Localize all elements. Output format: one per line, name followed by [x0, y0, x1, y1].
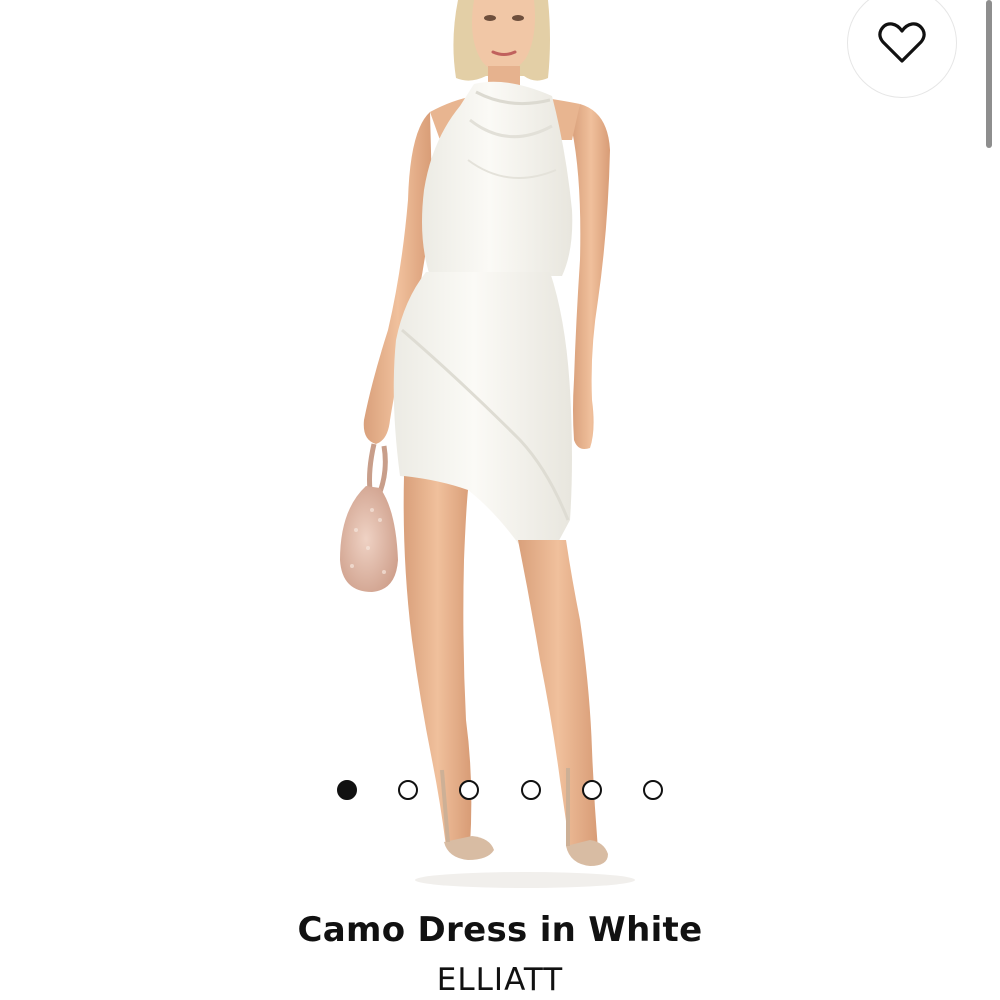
heart-outline-icon [878, 22, 926, 63]
scrollbar[interactable] [986, 0, 992, 148]
pagination-dot-1[interactable] [337, 780, 357, 800]
model-photo [340, 0, 635, 888]
product-title: Camo Dress in White [297, 910, 703, 950]
pagination-dot-6[interactable] [643, 780, 663, 800]
pagination-dot-2[interactable] [398, 780, 418, 800]
product-image[interactable] [0, 0, 1000, 900]
product-page: Camo Dress in White ELLIATT [0, 0, 1000, 1000]
pagination-dot-5[interactable] [582, 780, 602, 800]
image-pagination [0, 780, 1000, 802]
pagination-dot-4[interactable] [521, 780, 541, 800]
pagination-dot-3[interactable] [459, 780, 479, 800]
product-brand[interactable]: ELLIATT [0, 962, 1000, 998]
